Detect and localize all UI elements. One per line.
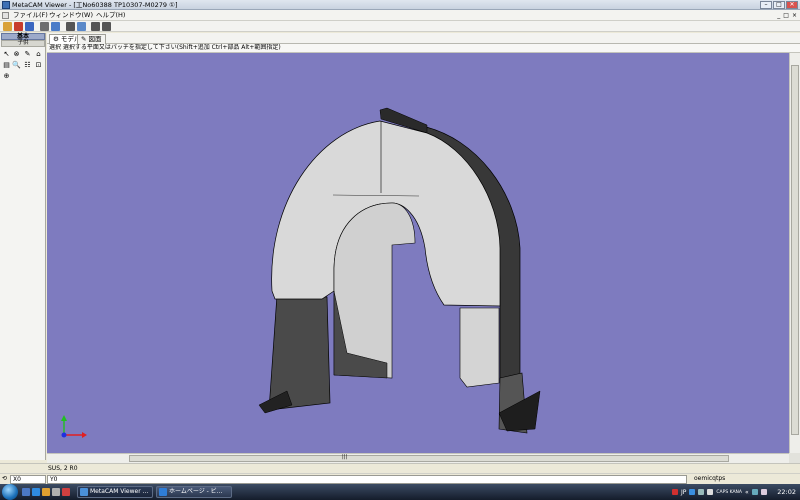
coordinate-bar: ⟲ X0 Y0 oemicqtps	[0, 473, 800, 484]
model-render[interactable]	[47, 53, 789, 453]
left-tool-panel: 基本 子供 ↖ ⊗ ✎ ⌂ ▤ 🔍 ☷ ⊡ ⊕	[0, 33, 46, 460]
tray-volume-icon[interactable]	[760, 489, 767, 495]
start-button[interactable]	[2, 484, 18, 500]
scroll-corner	[789, 453, 800, 463]
quicklaunch-ie-icon[interactable]	[32, 488, 40, 496]
frame-tool-icon[interactable]: ⊡	[34, 61, 43, 70]
quicklaunch-desktop-icon[interactable]	[22, 488, 30, 496]
horizontal-scrollbar[interactable]: |||	[47, 453, 789, 463]
pointer-tool-icon[interactable]: ↖	[2, 50, 11, 59]
user-name: oemicqtps	[694, 475, 726, 482]
tray-red-icon[interactable]	[672, 489, 678, 495]
open-red-icon[interactable]	[14, 22, 23, 31]
tab-drawing-label: 図面	[88, 35, 102, 43]
left-flange-side[interactable]	[268, 294, 331, 411]
mdi-minimize-button[interactable]: _	[777, 12, 780, 19]
edit-tool-icon[interactable]: ✎	[23, 50, 32, 59]
mdi-close-button[interactable]: ×	[792, 12, 797, 19]
app-icon	[2, 1, 10, 9]
copy-icon[interactable]	[77, 22, 86, 31]
cut-icon[interactable]	[66, 22, 75, 31]
window-title: MetaCAM Viewer - [工No60388 TP10307-M0279…	[12, 1, 178, 9]
scroll-grip: |||	[342, 454, 348, 460]
metacam-task-icon	[80, 488, 88, 496]
undo-icon[interactable]: ⟲	[2, 475, 7, 482]
x-axis-arrow	[82, 432, 87, 438]
open-folder-icon[interactable]	[3, 22, 12, 31]
window-controls: – □ ✕	[760, 1, 798, 9]
right-lower-leg[interactable]	[459, 307, 500, 388]
tray-tool-icon[interactable]	[698, 489, 705, 495]
document-icon[interactable]	[2, 12, 9, 19]
query-tool-icon[interactable]: ⊗	[12, 50, 21, 59]
x-coordinate-field[interactable]: X0	[10, 475, 46, 484]
pencil-icon: ✎	[81, 35, 87, 43]
zoom-tool-icon[interactable]: 🔍	[12, 61, 21, 70]
vertical-scrollbar[interactable]	[789, 53, 800, 453]
taskbar: MetaCAM Viewer ... ホームページ - ビ... JP CAPS…	[0, 484, 800, 500]
taskbar-item-homepage-label: ホームページ - ビ...	[169, 488, 223, 495]
vertical-scroll-thumb[interactable]	[791, 65, 799, 435]
status-bar: SUS, 2 R0	[0, 463, 800, 473]
material-status: SUS, 2 R0	[48, 465, 78, 472]
title-bar: MetaCAM Viewer - [工No60388 TP10307-M0279…	[0, 0, 800, 10]
panel-header[interactable]: 基本	[1, 33, 45, 40]
view-tabs: ⚙ モデル ✎ 図面	[47, 33, 800, 44]
menu-file[interactable]: ファイル(F)	[13, 11, 48, 20]
taskbar-clock[interactable]: 22:02	[777, 488, 796, 496]
menu-help[interactable]: ヘルプ(H)	[96, 11, 125, 20]
maximize-button[interactable]: □	[773, 1, 785, 9]
home-tool-icon[interactable]: ⌂	[34, 50, 43, 59]
tray-status-note: CAPS KANA	[716, 489, 743, 495]
menu-window[interactable]: ウィンドウ(W)	[49, 11, 93, 20]
taskbar-item-homepage[interactable]: ホームページ - ビ...	[156, 486, 232, 498]
tray-network-icon[interactable]	[751, 489, 758, 495]
quicklaunch-app-icon[interactable]	[62, 488, 70, 496]
minimize-button[interactable]: –	[760, 1, 772, 9]
quicklaunch-switch-icon[interactable]	[52, 488, 60, 496]
open-blue-icon[interactable]	[25, 22, 34, 31]
query-icon[interactable]	[91, 22, 100, 31]
tray-arrow-icon[interactable]: «	[745, 489, 749, 496]
y-axis-arrow	[61, 415, 67, 421]
mdi-restore-button[interactable]: □	[783, 12, 789, 19]
taskbar-item-metacam[interactable]: MetaCAM Viewer ...	[77, 486, 153, 498]
tab-drawing[interactable]: ✎ 図面	[77, 34, 106, 44]
menu-bar: ファイル(F) ウィンドウ(W) ヘルプ(H) _ □ ×	[0, 10, 800, 21]
tray-ime-icon[interactable]	[689, 489, 696, 495]
main-toolbar	[0, 21, 800, 32]
list-tool-icon[interactable]: ☷	[23, 61, 32, 70]
ie-task-icon	[159, 488, 167, 496]
select-icon[interactable]	[102, 22, 111, 31]
gear-icon: ⚙	[53, 35, 59, 43]
print-icon[interactable]	[40, 22, 49, 31]
horizontal-scroll-thumb[interactable]	[129, 455, 729, 462]
tray-language[interactable]: JP	[681, 489, 686, 496]
quicklaunch-folder-icon[interactable]	[42, 488, 50, 496]
panel-subheader[interactable]: 子供	[1, 40, 45, 47]
part-tool-icon[interactable]: ⊕	[2, 72, 11, 81]
mdi-controls: _ □ ×	[777, 12, 797, 19]
tray-help-icon[interactable]	[707, 489, 714, 495]
close-button[interactable]: ✕	[786, 1, 798, 9]
3d-viewport[interactable]	[47, 53, 789, 453]
command-hint: 選択 選択する平面又はパッチを指定して下さい(Shift+追加 Ctrl+部品 …	[47, 44, 800, 53]
taskbar-item-metacam-label: MetaCAM Viewer ...	[90, 488, 149, 495]
y-coordinate-field[interactable]: Y0	[47, 475, 687, 484]
z-axis-indicator	[61, 432, 67, 438]
page-icon[interactable]	[51, 22, 60, 31]
layer-tool-icon[interactable]: ▤	[2, 61, 11, 70]
